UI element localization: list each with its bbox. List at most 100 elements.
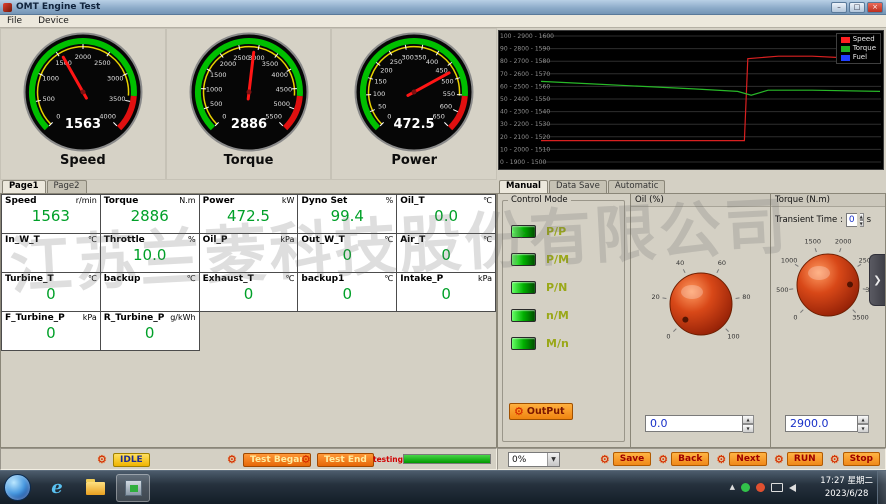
svg-text:100: 100 <box>727 333 739 341</box>
mode-button-n-m[interactable]: n/M <box>511 309 569 322</box>
svg-text:100 - 2900 - 1600: 100 - 2900 - 1600 <box>500 33 554 40</box>
torque-value-input[interactable]: 2900.0 <box>785 415 858 432</box>
next-button[interactable]: Next <box>729 452 767 466</box>
idle-status-button[interactable]: IDLE <box>113 453 150 467</box>
svg-text:60 - 2500 - 1560: 60 - 2500 - 1560 <box>500 83 550 90</box>
led-indicator <box>511 281 536 294</box>
torque-section: Torque (N.m) Transient Time : 0 ▲ ▼ s 05… <box>771 194 885 447</box>
run-button[interactable]: RUN <box>787 452 823 466</box>
svg-text:3500: 3500 <box>852 314 869 322</box>
cell-value: 99.4 <box>301 208 393 225</box>
output-button[interactable]: ⚙ OutPut <box>509 403 573 420</box>
gear-icon: ⚙ <box>97 453 107 466</box>
clock-date: 2023/6/28 <box>820 488 873 501</box>
output-button-label: OutPut <box>527 406 565 417</box>
taskbar-ie-icon[interactable]: e <box>40 474 74 502</box>
oil-section-title: Oil (%) <box>631 194 770 207</box>
spin-up-icon[interactable]: ▲ <box>858 415 869 424</box>
collapse-arrow-button[interactable]: ❯ <box>869 254 885 306</box>
table-cell-power: Power kW 472.5 <box>199 194 299 234</box>
gauge-label-power: Power <box>391 153 437 168</box>
mode-button-p-m[interactable]: P/M <box>511 253 569 266</box>
control-mode-groupbox: Control Mode P/P P/M P/N n/M M/n ⚙ OutPu… <box>502 200 625 442</box>
transient-spinner[interactable]: ▲ ▼ <box>860 213 864 227</box>
control-mode-title: Control Mode <box>508 195 571 205</box>
taskbar-explorer-icon[interactable] <box>78 474 112 502</box>
svg-text:20: 20 <box>651 293 659 301</box>
mode-button-p-p[interactable]: P/P <box>511 225 569 238</box>
back-button[interactable]: Back <box>671 452 709 466</box>
close-button[interactable]: × <box>867 2 883 13</box>
tray-expand-icon[interactable]: ▲ <box>730 484 735 491</box>
transient-time-input[interactable]: 0 <box>846 213 857 227</box>
maximize-button[interactable]: □ <box>849 2 865 13</box>
transient-time-row: Transient Time : 0 ▲ ▼ s <box>775 213 869 227</box>
progress-fill <box>404 455 490 463</box>
tab-page1[interactable]: Page1 <box>2 180 46 193</box>
cell-value: 0 <box>203 286 295 303</box>
spin-down-icon[interactable]: ▼ <box>858 424 869 433</box>
status-bar: ⚙ IDLE ⚙ Test Begar ⚙ Test End testing t… <box>0 448 886 470</box>
gear-icon: ⚙ <box>830 453 840 466</box>
cell-label: Intake_P <box>400 274 443 284</box>
menu-file[interactable]: File <box>7 16 22 26</box>
tray-red-icon[interactable] <box>756 483 765 492</box>
clock-time: 17:27 <box>820 476 845 486</box>
torque-spinner[interactable]: ▲ ▼ <box>858 415 869 433</box>
spin-up-icon[interactable]: ▲ <box>860 213 864 220</box>
menu-device[interactable]: Device <box>38 16 69 26</box>
cell-value: 10.0 <box>104 247 196 264</box>
percent-dropdown[interactable]: 0% ▼ <box>508 452 560 467</box>
table-cell-torque: Torque N.m 2886 <box>100 194 200 234</box>
stop-button[interactable]: Stop <box>843 452 880 466</box>
svg-text:2500: 2500 <box>94 59 111 67</box>
tab-automatic[interactable]: Automatic <box>608 180 666 193</box>
start-button[interactable] <box>4 474 31 501</box>
svg-text:4000: 4000 <box>99 113 116 121</box>
tray-green-icon[interactable] <box>741 483 750 492</box>
spin-down-icon[interactable]: ▼ <box>860 220 864 227</box>
taskbar-app-icon[interactable] <box>116 474 150 502</box>
svg-text:0: 0 <box>793 314 797 322</box>
svg-text:3500: 3500 <box>109 95 126 103</box>
svg-text:90 - 2800 - 1590: 90 - 2800 - 1590 <box>500 46 550 53</box>
mode-button-p-n[interactable]: P/N <box>511 281 569 294</box>
cell-value: 0 <box>301 286 393 303</box>
legend-swatch <box>841 55 850 61</box>
svg-text:50: 50 <box>378 102 386 110</box>
svg-text:400: 400 <box>426 58 438 66</box>
gauge-power: 0501001502002503003504004505005506006504… <box>331 28 497 180</box>
tab-page2[interactable]: Page2 <box>47 180 87 193</box>
minimize-button[interactable]: – <box>831 2 847 13</box>
svg-text:2886: 2886 <box>230 117 266 132</box>
spin-up-icon[interactable]: ▲ <box>743 415 754 424</box>
spin-down-icon[interactable]: ▼ <box>743 424 754 433</box>
gear-icon: ⚙ <box>600 453 610 466</box>
app-icon <box>3 3 12 12</box>
tab-manual[interactable]: Manual <box>499 180 548 193</box>
volume-icon[interactable] <box>789 484 796 492</box>
trend-chart: 100 - 2900 - 160090 - 2800 - 159080 - 27… <box>498 30 884 170</box>
cell-unit: kPa <box>280 235 294 244</box>
network-icon[interactable] <box>771 483 783 492</box>
oil-knob[interactable]: 020406080100 <box>634 225 768 375</box>
oil-value-input[interactable]: 0.0 <box>645 415 743 432</box>
gear-icon: ⚙ <box>716 453 726 466</box>
gauge-row: 050010001500200025003000350040001563 Spe… <box>0 28 497 180</box>
control-panel-body: Control Mode P/P P/M P/N n/M M/n ⚙ OutPu… <box>497 193 886 448</box>
led-indicator <box>511 309 536 322</box>
show-desktop-button[interactable] <box>877 471 886 504</box>
taskbar-clock[interactable]: 17:27 星期二 2023/6/28 <box>820 475 873 501</box>
svg-text:4500: 4500 <box>275 86 292 94</box>
cell-label: Torque <box>104 196 139 206</box>
save-button[interactable]: Save <box>613 452 652 466</box>
test-end-button[interactable]: Test End <box>317 453 374 467</box>
mode-button-m-n[interactable]: M/n <box>511 337 569 350</box>
tab-data-save[interactable]: Data Save <box>549 180 607 193</box>
torque-knob[interactable]: 0500100015002000250030003500 <box>772 215 884 347</box>
oil-spinner[interactable]: ▲ ▼ <box>743 415 754 433</box>
title-bar: OMT Engine Test – □ × <box>0 0 886 15</box>
table-cell-speed: Speed r/min 1563 <box>1 194 101 234</box>
svg-text:1563: 1563 <box>65 117 101 132</box>
svg-text:100: 100 <box>373 90 385 98</box>
